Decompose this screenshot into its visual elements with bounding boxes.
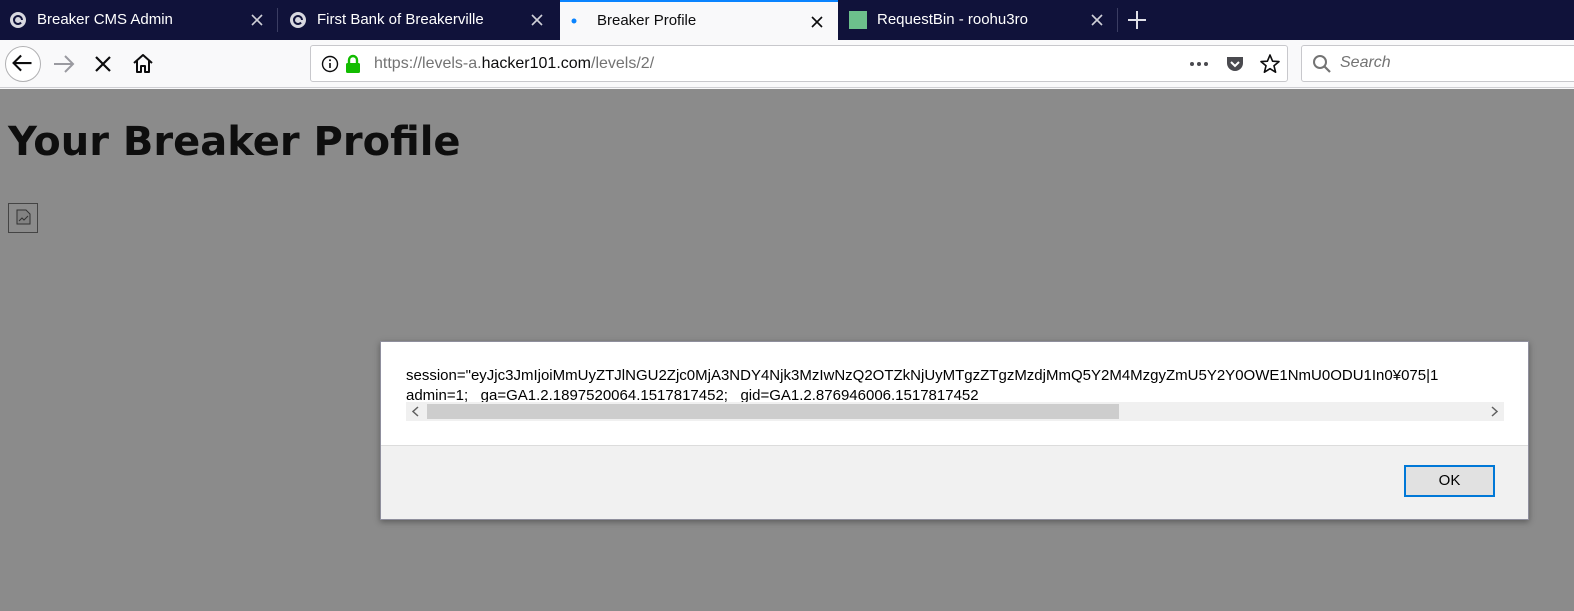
page-actions-ellipsis-icon[interactable]: [1187, 55, 1211, 73]
scrollbar-thumb[interactable]: [427, 404, 1119, 419]
horizontal-scrollbar[interactable]: [406, 402, 1504, 421]
tab-title: RequestBin - roohu3ro: [877, 11, 1028, 28]
loading-dot-icon: [571, 18, 577, 24]
tab-first-bank[interactable]: First Bank of Breakerville: [280, 0, 558, 40]
url-path: /levels/2/: [591, 55, 655, 72]
tab-strip: Breaker CMS Admin First Bank of Breakerv…: [0, 0, 1574, 40]
info-icon[interactable]: [321, 55, 339, 73]
url-text[interactable]: https://levels-a.hacker101.com/levels/2/: [374, 55, 654, 73]
forward-arrow-icon[interactable]: [47, 46, 83, 82]
url-host: hacker101.com: [481, 55, 591, 72]
search-bar[interactable]: [1301, 45, 1574, 82]
tab-title: First Bank of Breakerville: [317, 11, 484, 28]
pocket-icon[interactable]: [1224, 53, 1246, 75]
search-icon: [1313, 55, 1331, 73]
tab-title: Breaker CMS Admin: [37, 11, 173, 28]
ok-button[interactable]: OK: [1404, 465, 1495, 497]
new-tab-plus-icon[interactable]: [1124, 8, 1150, 32]
back-button[interactable]: [5, 46, 41, 82]
stop-icon[interactable]: [85, 46, 121, 82]
tab-breaker-profile[interactable]: Breaker Profile: [560, 0, 838, 40]
bookmark-star-icon[interactable]: [1259, 53, 1281, 75]
breaker-logo-icon: [10, 12, 26, 28]
requestbin-icon: [849, 11, 867, 29]
home-icon[interactable]: [125, 46, 161, 82]
close-icon[interactable]: [248, 11, 266, 29]
close-icon[interactable]: [528, 11, 546, 29]
tab-requestbin[interactable]: RequestBin - roohu3ro: [840, 0, 1118, 40]
tab-breaker-cms-admin[interactable]: Breaker CMS Admin: [0, 0, 278, 40]
tab-title: Breaker Profile: [597, 12, 697, 29]
dialog-message-line-1: session="eyJjc3JmIjoiMmUyZTJlNGU2Zjc0MjA…: [406, 367, 1439, 384]
breaker-logo-icon: [290, 12, 306, 28]
scroll-right-arrow-icon[interactable]: [1486, 404, 1502, 419]
back-arrow-icon: [12, 54, 32, 72]
tab-separator: [1117, 8, 1118, 32]
dialog-message-area: session="eyJjc3JmIjoiMmUyZTJlNGU2Zjc0MjA…: [381, 342, 1528, 446]
close-icon[interactable]: [1088, 11, 1106, 29]
lock-icon[interactable]: [344, 54, 362, 74]
search-input[interactable]: [1340, 54, 1560, 72]
navigation-toolbar: https://levels-a.hacker101.com/levels/2/: [0, 40, 1574, 88]
close-icon[interactable]: [808, 13, 826, 31]
alert-dialog: session="eyJjc3JmIjoiMmUyZTJlNGU2Zjc0MjA…: [380, 341, 1529, 520]
scroll-left-arrow-icon[interactable]: [408, 404, 424, 419]
tab-separator: [277, 8, 278, 32]
url-prefix: https://levels-a.: [374, 55, 482, 72]
address-bar[interactable]: https://levels-a.hacker101.com/levels/2/: [310, 45, 1288, 82]
